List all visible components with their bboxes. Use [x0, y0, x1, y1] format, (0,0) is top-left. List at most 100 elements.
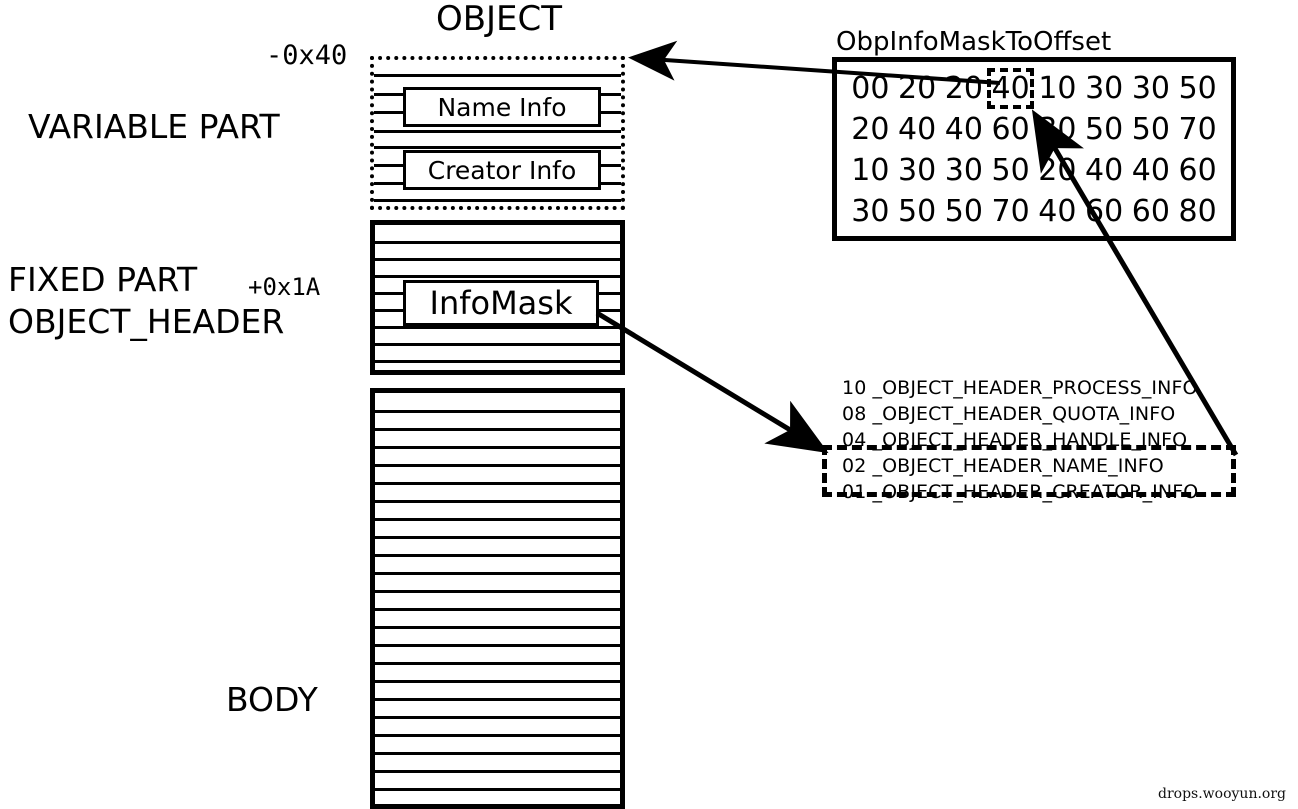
legend-item-process-info[interactable]: 10 _OBJECT_HEADER_PROCESS_INFO	[836, 375, 1236, 401]
creator-info-label: Creator Info	[427, 155, 577, 185]
mask-table-row: 00 20 20 40 10 30 30 50	[847, 68, 1221, 109]
mask-cell[interactable]: 10	[847, 155, 894, 186]
body-row-line	[375, 608, 620, 611]
body-row-line	[375, 500, 620, 503]
body-row-line	[375, 572, 620, 575]
fixed-part-row-line	[375, 275, 620, 278]
body-row-line	[375, 662, 620, 665]
page-title: OBJECT	[435, 0, 563, 39]
mask-cell[interactable]: 60	[987, 114, 1034, 145]
fixed-part-row-line	[375, 360, 620, 363]
legend-item-handle-info[interactable]: 04 _OBJECT_HEADER_HANDLE_INFO	[836, 427, 1236, 453]
mask-cell[interactable]: 50	[1128, 114, 1175, 145]
mask-cell[interactable]: 30	[1034, 114, 1081, 145]
legend-code: 01	[842, 481, 867, 503]
mask-cell[interactable]: 20	[1034, 155, 1081, 186]
mask-cell[interactable]: 70	[987, 196, 1034, 227]
mask-cell[interactable]: 20	[941, 73, 988, 104]
mask-cell[interactable]: 30	[1081, 73, 1128, 104]
arrow-infomask-to-legend	[595, 310, 829, 454]
legend-code: 08	[842, 403, 867, 425]
fixed-part-row-line	[375, 326, 620, 329]
mask-cell[interactable]: 10	[1034, 73, 1081, 104]
object-header-label: OBJECT_HEADER	[8, 302, 285, 341]
body-row-line	[375, 446, 620, 449]
mask-cell[interactable]: 30	[847, 196, 894, 227]
legend-name: _OBJECT_HEADER_HANDLE_INFO	[872, 429, 1188, 451]
infomask-label: InfoMask	[429, 284, 573, 322]
mask-cell[interactable]: 60	[1174, 155, 1221, 186]
legend-item-creator-info[interactable]: 01 _OBJECT_HEADER_CREATOR_INFO	[836, 479, 1236, 505]
body-row-line	[375, 518, 620, 521]
body-row-line	[375, 752, 620, 755]
variable-part-row-line	[374, 146, 621, 149]
body-row-line	[375, 464, 620, 467]
infomask-box[interactable]: InfoMask	[403, 280, 599, 326]
mask-cell[interactable]: 40	[894, 114, 941, 145]
mask-cell[interactable]: 20	[894, 73, 941, 104]
mask-cell[interactable]: 60	[1128, 196, 1175, 227]
mask-cell[interactable]: 80	[1174, 196, 1221, 227]
legend-item-quota-info[interactable]: 08 _OBJECT_HEADER_QUOTA_INFO	[836, 401, 1236, 427]
legend-name: _OBJECT_HEADER_CREATOR_INFO	[872, 481, 1199, 503]
body-row-line	[375, 716, 620, 719]
mask-cell[interactable]: 30	[941, 155, 988, 186]
mask-cell[interactable]: 50	[894, 196, 941, 227]
variable-part-row-line	[374, 130, 621, 133]
body-row-line	[375, 644, 620, 647]
name-info-box[interactable]: Name Info	[403, 87, 601, 127]
legend-name: _OBJECT_HEADER_NAME_INFO	[872, 455, 1164, 477]
mask-cell-highlighted[interactable]: 40	[987, 68, 1035, 109]
variable-part-row-line	[374, 199, 621, 202]
legend-name: _OBJECT_HEADER_QUOTA_INFO	[872, 403, 1176, 425]
mask-cell[interactable]: 30	[1128, 73, 1175, 104]
mask-cell[interactable]: 70	[1174, 114, 1221, 145]
body-label: BODY	[226, 680, 318, 719]
watermark: drops.wooyun.org	[1158, 786, 1286, 802]
legend-code: 04	[842, 429, 867, 451]
body-row-line	[375, 536, 620, 539]
mask-cell[interactable]: 60	[1081, 196, 1128, 227]
fixed-part-block: InfoMask	[370, 220, 625, 375]
legend-code: 02	[842, 455, 867, 477]
fixed-part-offset-label: +0x1A	[248, 273, 321, 301]
body-row-line	[375, 734, 620, 737]
fixed-part-row-line	[375, 343, 620, 346]
mask-table-row: 20 40 40 60 30 50 50 70	[847, 109, 1221, 150]
body-row-line	[375, 590, 620, 593]
body-row-line	[375, 482, 620, 485]
mask-cell[interactable]: 40	[1081, 155, 1128, 186]
body-row-line	[375, 410, 620, 413]
body-row-line	[375, 698, 620, 701]
body-row-line	[375, 788, 620, 791]
diagram-canvas: OBJECT -0x40 VARIABLE PART FIXED PART +0…	[0, 0, 1298, 809]
mask-table: 00 20 20 40 10 30 30 50 20 40 40 60 30 5…	[832, 57, 1236, 241]
infomask-flag-legend: 10 _OBJECT_HEADER_PROCESS_INFO 08 _OBJEC…	[836, 375, 1236, 505]
mask-cell[interactable]: 50	[987, 155, 1034, 186]
mask-cell[interactable]: 50	[941, 196, 988, 227]
name-info-label: Name Info	[437, 92, 567, 122]
mask-cell[interactable]: 50	[1081, 114, 1128, 145]
offset-label-top: -0x40	[266, 40, 348, 71]
fixed-part-row-line	[375, 258, 620, 261]
mask-table-row: 30 50 50 70 40 60 60 80	[847, 191, 1221, 232]
mask-cell[interactable]: 50	[1174, 73, 1221, 104]
body-row-line	[375, 428, 620, 431]
legend-item-name-info[interactable]: 02 _OBJECT_HEADER_NAME_INFO	[836, 453, 1236, 479]
mask-cell[interactable]: 00	[847, 73, 894, 104]
legend-name: _OBJECT_HEADER_PROCESS_INFO	[872, 377, 1198, 399]
mask-cell[interactable]: 30	[894, 155, 941, 186]
legend-code: 10	[842, 377, 867, 399]
mask-cell[interactable]: 40	[1034, 196, 1081, 227]
mask-table-title: ObpInfoMaskToOffset	[836, 27, 1112, 57]
fixed-part-row-line	[375, 241, 620, 244]
variable-part-row-line	[374, 74, 621, 77]
body-row-line	[375, 770, 620, 773]
mask-cell[interactable]: 40	[1128, 155, 1175, 186]
body-row-line	[375, 554, 620, 557]
creator-info-box[interactable]: Creator Info	[403, 150, 601, 190]
mask-cell[interactable]: 40	[941, 114, 988, 145]
body-row-line	[375, 680, 620, 683]
mask-cell[interactable]: 20	[847, 114, 894, 145]
body-row-line	[375, 626, 620, 629]
